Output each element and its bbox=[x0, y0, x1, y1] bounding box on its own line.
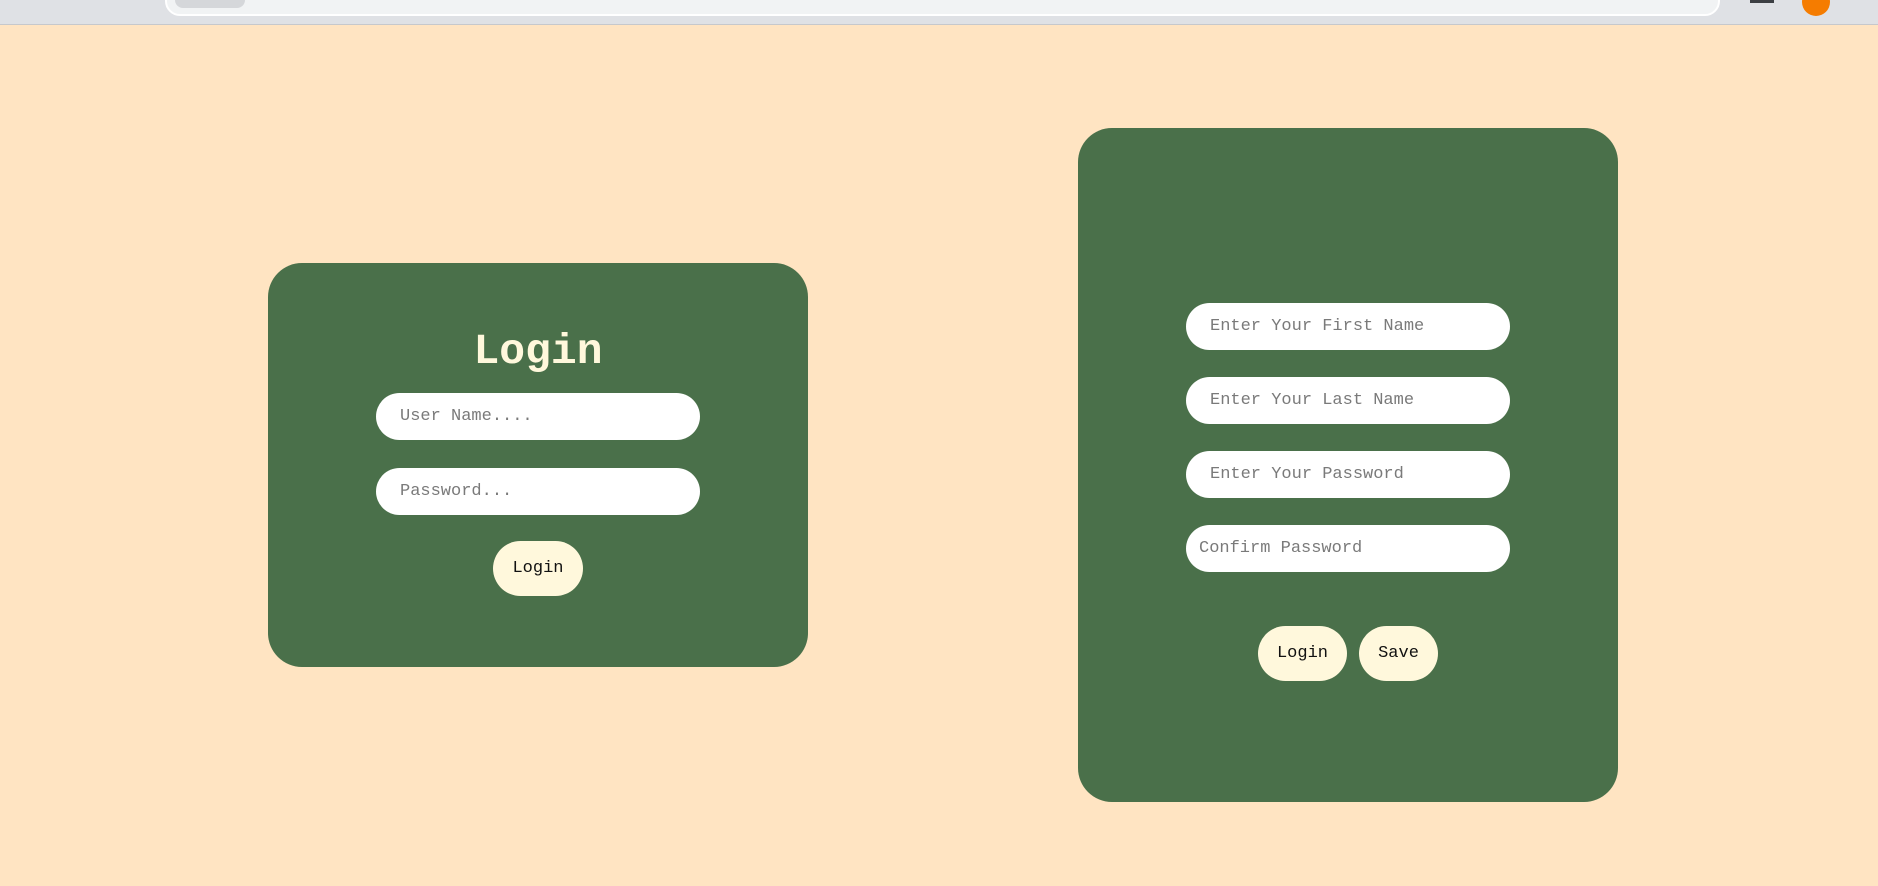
profile-avatar[interactable] bbox=[1802, 0, 1830, 16]
register-card: Login Save bbox=[1078, 128, 1618, 802]
register-password-input[interactable] bbox=[1186, 451, 1510, 498]
browser-toolbar bbox=[0, 0, 1878, 25]
confirm-password-input[interactable] bbox=[1186, 525, 1510, 572]
first-name-input[interactable] bbox=[1186, 303, 1510, 350]
extensions-icon[interactable] bbox=[1750, 0, 1774, 3]
login-button[interactable]: Login bbox=[493, 541, 583, 596]
address-bar[interactable] bbox=[165, 0, 1720, 16]
register-login-button[interactable]: Login bbox=[1258, 626, 1347, 681]
address-text bbox=[257, 0, 577, 5]
site-info-chip[interactable] bbox=[175, 0, 245, 8]
last-name-input[interactable] bbox=[1186, 377, 1510, 424]
login-title: Login bbox=[473, 327, 603, 376]
password-input[interactable] bbox=[376, 468, 700, 515]
username-input[interactable] bbox=[376, 393, 700, 440]
login-card: Login Login bbox=[268, 263, 808, 667]
save-button[interactable]: Save bbox=[1359, 626, 1438, 681]
